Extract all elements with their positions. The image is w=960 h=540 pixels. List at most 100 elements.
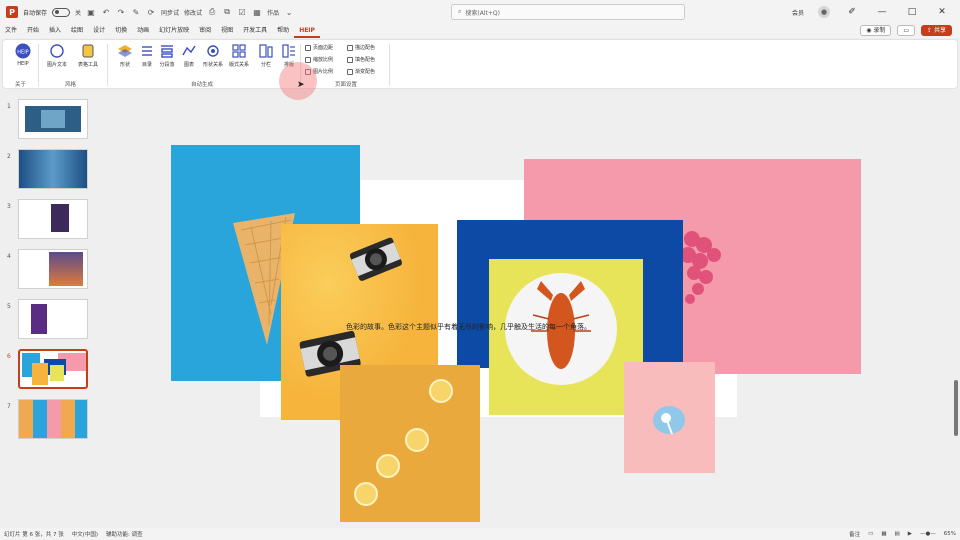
undo-icon[interactable]: ↶ bbox=[101, 7, 111, 17]
search-input[interactable]: ⌕ 搜索(Alt+Q) bbox=[451, 4, 685, 20]
tab-4[interactable]: 设计 bbox=[88, 24, 110, 38]
photo-lemons[interactable] bbox=[340, 365, 480, 522]
checkbox-icon[interactable] bbox=[347, 68, 353, 75]
document-name[interactable]: 作品 bbox=[267, 8, 279, 17]
sync-icon[interactable]: ⟳ bbox=[146, 7, 156, 17]
ribbon-checkbox-0[interactable]: 页面边距 bbox=[305, 44, 333, 51]
tab-11[interactable]: 帮助 bbox=[272, 24, 294, 38]
slide-thumbnail-3[interactable]: 3 bbox=[6, 199, 92, 241]
ribbon-button-2[interactable]: 表格工具 bbox=[74, 43, 102, 68]
slide-thumbnail-5[interactable]: 5 bbox=[6, 299, 92, 341]
slide-thumbnail-panel: 1 2 3 4 5 6 7 bbox=[0, 92, 100, 528]
ribbon-button-label: 分段落 bbox=[159, 62, 175, 68]
autosave-toggle[interactable] bbox=[52, 7, 71, 17]
ribbon-checkbox-1[interactable]: 缩放比例 bbox=[305, 56, 333, 63]
slide-thumbnail-7[interactable]: 7 bbox=[6, 399, 92, 441]
tab-1[interactable]: 开始 bbox=[22, 24, 44, 38]
user-name[interactable]: 会员 bbox=[792, 8, 804, 17]
ribbon-button-0[interactable]: HEIP HEIP bbox=[9, 43, 37, 67]
text-box-icon bbox=[49, 43, 65, 59]
slide-preview[interactable] bbox=[18, 349, 88, 389]
checkbox-icon[interactable] bbox=[347, 44, 353, 51]
zoom-slider[interactable]: —●— bbox=[916, 531, 940, 537]
slide-number: 3 bbox=[7, 203, 11, 210]
close-button[interactable]: ✕ bbox=[934, 7, 950, 17]
redo-icon[interactable]: ↷ bbox=[116, 7, 126, 17]
quick-access-text-2[interactable]: 修改试 bbox=[184, 8, 202, 17]
minimize-button[interactable]: — bbox=[874, 7, 890, 17]
pen-icon[interactable]: ✐ bbox=[844, 7, 860, 17]
ribbon-button-8[interactable]: 版式关系 bbox=[225, 43, 253, 68]
checkbox-label: 缩放比例 bbox=[313, 57, 334, 63]
avatar[interactable]: ● bbox=[818, 6, 830, 18]
slide-info: 幻灯片 第 6 张，共 7 张 bbox=[4, 532, 64, 538]
slide-thumbnail-1[interactable]: 1 bbox=[6, 99, 92, 141]
tab-2[interactable]: 插入 bbox=[44, 24, 66, 38]
tab-8[interactable]: 审阅 bbox=[194, 24, 216, 38]
ribbon-checkbox-5[interactable]: 渐变配色 bbox=[347, 68, 375, 75]
slide-preview[interactable] bbox=[18, 399, 88, 439]
slide-preview[interactable] bbox=[18, 249, 88, 289]
print-icon[interactable]: ⎙ bbox=[207, 7, 217, 17]
tab-7[interactable]: 幻灯片放映 bbox=[154, 24, 194, 38]
tab-3[interactable]: 绘图 bbox=[66, 24, 88, 38]
chevron-down-icon[interactable]: ⌄ bbox=[284, 7, 294, 17]
chart-icon bbox=[181, 43, 197, 59]
tab-12[interactable]: HEIP bbox=[294, 24, 320, 38]
reading-view-icon[interactable]: ▤ bbox=[891, 531, 904, 537]
checkbox-icon[interactable]: ☑ bbox=[237, 7, 247, 17]
tab-0[interactable]: 文件 bbox=[0, 24, 22, 38]
normal-view-icon[interactable]: ▭ bbox=[864, 531, 877, 537]
ribbon-checkbox-3[interactable]: 描边配色 bbox=[347, 44, 375, 51]
ribbon-group-label: 页面设置 bbox=[335, 82, 358, 88]
slide-thumbnail-4[interactable]: 4 bbox=[6, 249, 92, 291]
slide-thumbnail-6[interactable]: 6 bbox=[6, 349, 92, 391]
slide-preview[interactable] bbox=[18, 299, 88, 339]
layout-icon bbox=[281, 43, 297, 59]
image-icon[interactable]: ▦ bbox=[252, 7, 262, 17]
slide-number: 6 bbox=[7, 353, 11, 360]
columns-icon bbox=[258, 43, 274, 59]
ribbon: HEIP HEIP 图片文本 表格工具 形状 目录 分段落 图表 形状关系 版式关系 分栏 排版 页面边… bbox=[2, 39, 958, 89]
copy-icon[interactable]: ⧉ bbox=[222, 7, 232, 17]
checkbox-icon[interactable] bbox=[305, 56, 311, 63]
checkbox-icon[interactable] bbox=[305, 44, 311, 51]
comment-button[interactable]: ▭ bbox=[897, 25, 916, 36]
slide-number: 2 bbox=[7, 153, 11, 160]
checkbox-icon[interactable] bbox=[347, 56, 353, 63]
slide-caption[interactable]: 色彩的故事。色彩这个主题似乎有着无尽的影响，几乎触及生活的每一个角落。 bbox=[346, 322, 591, 332]
record-button[interactable]: ◉ 录制 bbox=[860, 25, 892, 36]
accessibility-status[interactable]: 辅助功能: 调查 bbox=[102, 530, 147, 538]
language-indicator[interactable]: 中文(中国) bbox=[68, 530, 102, 538]
tab-6[interactable]: 动画 bbox=[132, 24, 154, 38]
tab-10[interactable]: 开发工具 bbox=[238, 24, 272, 38]
vertical-scrollbar[interactable] bbox=[952, 92, 960, 528]
photo-lollipop[interactable] bbox=[624, 362, 715, 473]
ribbon-button-label: 图表 bbox=[183, 62, 194, 68]
search-placeholder: 搜索(Alt+Q) bbox=[465, 9, 500, 17]
tab-5[interactable]: 切换 bbox=[110, 24, 132, 38]
slide-preview[interactable] bbox=[18, 199, 88, 239]
quick-access-text-1[interactable]: 同步试 bbox=[161, 8, 179, 17]
title-bar: P 自动保存 关 ▣ ↶ ↷ ✎ ⟳ 同步试 修改试 ⎙ ⧉ ☑ ▦ 作品 ⌄ … bbox=[0, 0, 960, 24]
share-button[interactable]: ⇪ 共享 bbox=[921, 25, 952, 36]
ribbon-separator bbox=[389, 44, 390, 86]
slide-preview[interactable] bbox=[18, 149, 88, 189]
zoom-level[interactable]: 65% bbox=[940, 531, 960, 537]
ribbon-button-1[interactable]: 图片文本 bbox=[43, 43, 71, 68]
save-icon[interactable]: ▣ bbox=[86, 7, 96, 17]
sorter-view-icon[interactable]: ▦ bbox=[877, 531, 890, 537]
photo-lobster[interactable] bbox=[489, 259, 643, 415]
slideshow-icon[interactable]: ▶ bbox=[904, 531, 916, 537]
slide-preview[interactable] bbox=[18, 99, 88, 139]
format-painter-icon[interactable]: ✎ bbox=[131, 7, 141, 17]
restore-button[interactable]: □ bbox=[904, 7, 920, 17]
notes-button[interactable]: 备注 bbox=[845, 530, 864, 538]
tab-9[interactable]: 视图 bbox=[216, 24, 238, 38]
ribbon-checkbox-4[interactable]: 填色配色 bbox=[347, 56, 375, 63]
scrollbar-thumb[interactable] bbox=[954, 380, 958, 436]
slide-thumbnail-2[interactable]: 2 bbox=[6, 149, 92, 191]
slide-number: 4 bbox=[7, 253, 11, 260]
mouse-cursor-icon: ➤ bbox=[297, 80, 305, 90]
ribbon-button-7[interactable]: 形状关系 bbox=[199, 43, 227, 68]
